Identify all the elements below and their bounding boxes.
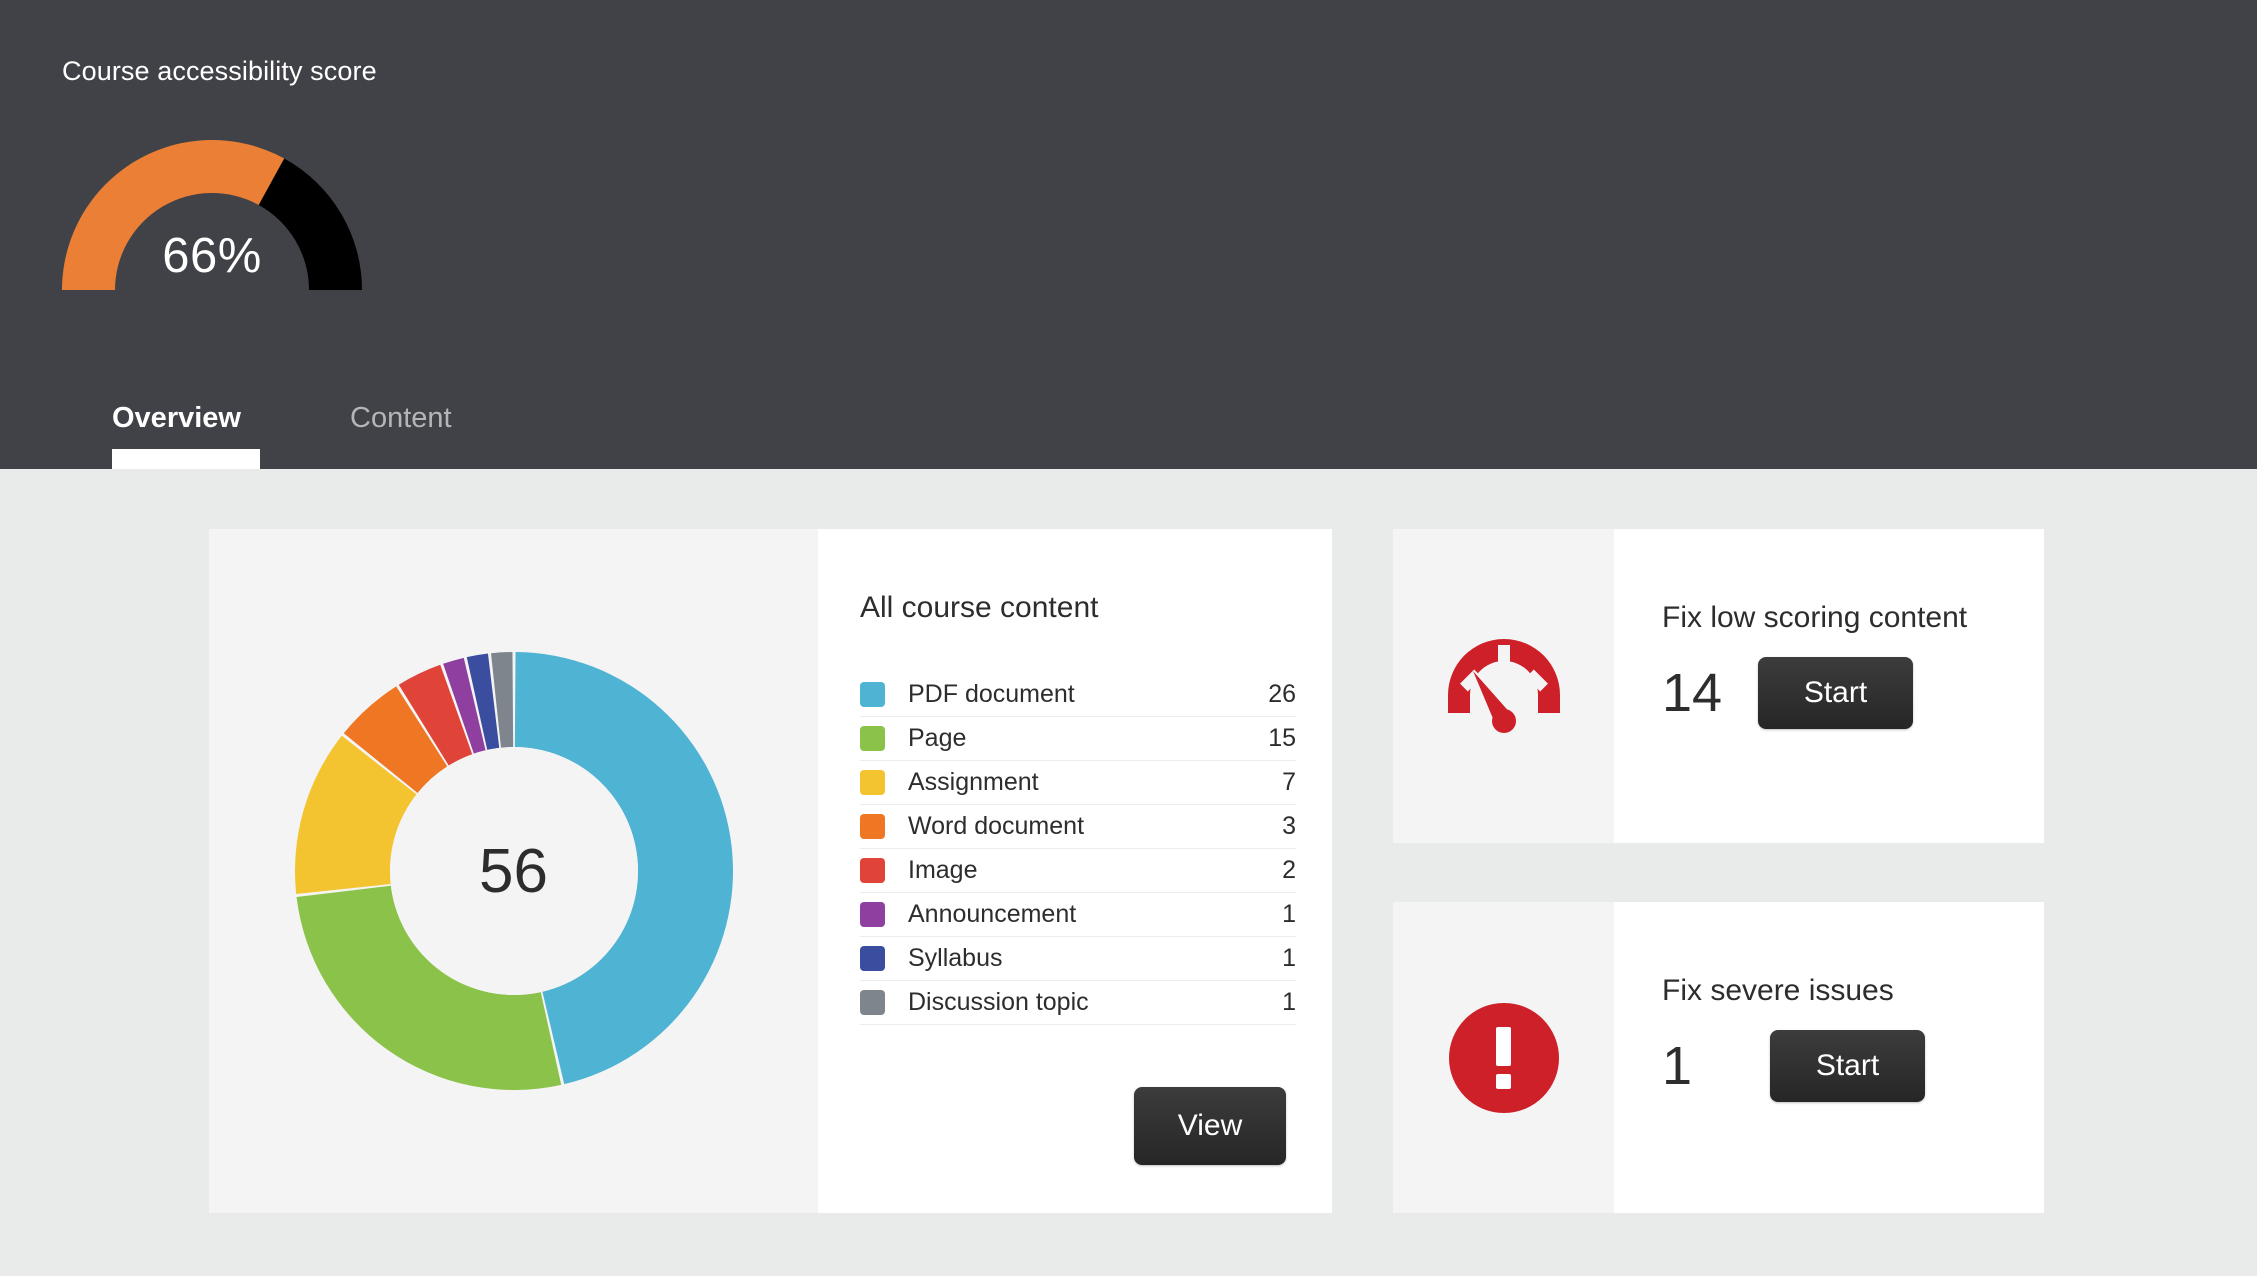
list-item: Discussion topic 1	[860, 981, 1296, 1025]
start-button-severe-issues[interactable]: Start	[1770, 1030, 1925, 1102]
content-type-count: 3	[1282, 812, 1296, 840]
content-type-count: 1	[1282, 900, 1296, 928]
content-type-label: Word document	[908, 812, 1085, 840]
donut-center-total: 56	[479, 836, 548, 906]
color-swatch-icon	[860, 946, 885, 971]
list-item: Assignment 7	[860, 761, 1296, 805]
view-button-wrap: View	[1134, 1087, 1286, 1165]
content-type-label: Discussion topic	[908, 988, 1089, 1016]
content-type-count: 1	[1282, 988, 1296, 1016]
fix-low-scoring-title: Fix low scoring content	[1662, 601, 1968, 634]
content-type-list: PDF document 26 Page 15 Assignment 7 Word docu…	[860, 673, 1296, 1025]
content-type-count: 1	[1282, 944, 1296, 972]
header-tabs: Overview Content	[112, 379, 452, 469]
content-donut-chart-panel: 56	[209, 529, 818, 1213]
content-type-label: Announcement	[908, 900, 1077, 928]
content-type-label: PDF document	[908, 680, 1075, 708]
gauge-icon	[1447, 639, 1560, 733]
content-type-label: Assignment	[908, 768, 1039, 796]
list-item: Page 15	[860, 717, 1296, 761]
content-type-count: 2	[1282, 856, 1296, 884]
content-type-label: Syllabus	[908, 944, 1003, 972]
accessibility-score-gauge: 66%	[62, 140, 362, 290]
fix-low-scoring-body: Fix low scoring content 14 Start	[1614, 529, 2044, 843]
content-type-label: Page	[908, 724, 967, 752]
fix-severe-issues-row: 1 Start	[1662, 1030, 2044, 1102]
alert-icon-panel	[1393, 902, 1614, 1213]
content-type-count: 26	[1268, 680, 1296, 708]
tab-overview[interactable]: Overview	[112, 379, 260, 469]
gauge-value-label: 66%	[162, 229, 262, 283]
donut-chart: 56	[294, 652, 733, 1090]
list-item: Announcement 1	[860, 893, 1296, 937]
fix-severe-issues-count: 1	[1662, 1036, 1693, 1096]
tab-overview-label: Overview	[112, 402, 241, 434]
fix-severe-issues-card: Fix severe issues 1 Start	[1393, 902, 2044, 1213]
list-item: Word document 3	[860, 805, 1296, 849]
content-type-count: 7	[1282, 768, 1296, 796]
list-item: Syllabus 1	[860, 937, 1296, 981]
fix-low-scoring-row: 14 Start	[1662, 657, 2044, 729]
tab-content-label: Content	[350, 402, 452, 434]
start-button-low-scoring[interactable]: Start	[1758, 657, 1913, 729]
fix-severe-issues-title: Fix severe issues	[1662, 974, 1894, 1007]
gauge-icon-panel	[1393, 529, 1614, 843]
color-swatch-icon	[860, 682, 885, 707]
color-swatch-icon	[860, 858, 885, 883]
fix-low-scoring-content-card: Fix low scoring content 14 Start	[1393, 529, 2044, 843]
fix-severe-issues-body: Fix severe issues 1 Start	[1614, 902, 2044, 1213]
dashboard-header: Course accessibility score 66% Overview …	[0, 0, 2257, 469]
color-swatch-icon	[860, 814, 885, 839]
content-type-count: 15	[1268, 724, 1296, 752]
fix-low-scoring-count: 14	[1662, 663, 1723, 723]
color-swatch-icon	[860, 726, 885, 751]
content-breakdown-panel: All course content PDF document 26 Page 15 A…	[818, 529, 1332, 1213]
all-course-content-card: 56 All course content PDF document 26 Page…	[209, 529, 1332, 1213]
list-item: Image 2	[860, 849, 1296, 893]
all-course-content-title: All course content	[860, 591, 1099, 624]
content-type-label: Image	[908, 856, 978, 884]
color-swatch-icon	[860, 902, 885, 927]
view-button[interactable]: View	[1134, 1087, 1286, 1165]
color-swatch-icon	[860, 770, 885, 795]
list-item: PDF document 26	[860, 673, 1296, 717]
alert-exclamation-icon	[1448, 1002, 1559, 1113]
course-accessibility-score-title: Course accessibility score	[62, 56, 377, 86]
tab-content[interactable]: Content	[350, 379, 452, 469]
color-swatch-icon	[860, 990, 885, 1015]
